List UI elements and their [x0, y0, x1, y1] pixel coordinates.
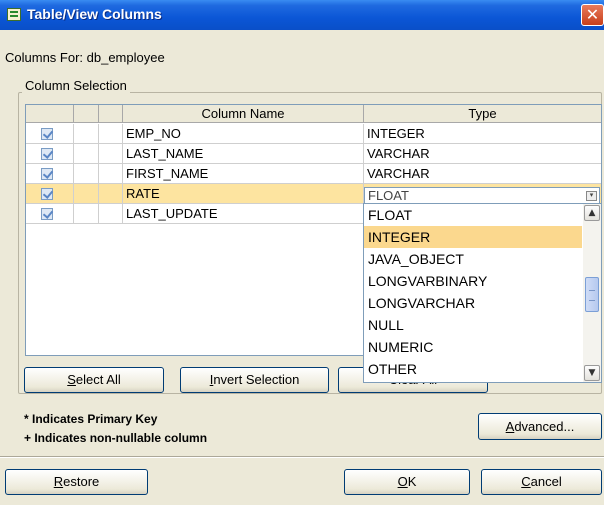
column-name-cell[interactable]: FIRST_NAME	[123, 164, 364, 184]
combo-arrow-icon[interactable]: ▾	[586, 191, 597, 201]
dropdown-scrollbar[interactable]: ▲ ▼	[583, 204, 601, 382]
primary-key-cell	[74, 184, 99, 204]
invert-selection-button[interactable]: Invert Selection	[180, 367, 329, 393]
include-checkbox[interactable]	[41, 188, 53, 200]
column-name-cell[interactable]: RATE	[123, 184, 364, 204]
type-combo-value: FLOAT	[368, 188, 409, 203]
nullable-cell	[99, 184, 123, 204]
select-cell[interactable]	[26, 164, 74, 184]
close-button[interactable]: ✕	[581, 4, 604, 26]
select-cell[interactable]	[26, 124, 74, 144]
dropdown-option[interactable]: FLOAT	[364, 204, 582, 226]
table-row[interactable]: EMP_NO INTEGER	[26, 124, 601, 144]
header-type[interactable]: Type	[364, 105, 601, 123]
header-check-col	[26, 105, 74, 123]
scroll-thumb[interactable]	[585, 277, 599, 312]
dropdown-option[interactable]: NUMERIC	[364, 336, 582, 358]
ok-button[interactable]: OK	[344, 469, 470, 495]
scroll-down-icon[interactable]: ▼	[584, 365, 600, 381]
column-name-cell[interactable]: LAST_NAME	[123, 144, 364, 164]
dropdown-option-highlighted[interactable]: INTEGER	[364, 226, 582, 248]
type-dropdown-list[interactable]: FLOAT INTEGER JAVA_OBJECT LONGVARBINARY …	[363, 203, 602, 383]
header-primary-key-col	[74, 105, 99, 123]
table-row[interactable]: FIRST_NAME VARCHAR	[26, 164, 601, 184]
include-checkbox[interactable]	[41, 128, 53, 140]
type-cell[interactable]: VARCHAR	[364, 144, 601, 164]
restore-button[interactable]: Restore	[5, 469, 148, 495]
column-name-cell[interactable]: EMP_NO	[123, 124, 364, 144]
dropdown-option[interactable]: NULL	[364, 314, 582, 336]
header-nullable-col	[99, 105, 123, 123]
nullable-cell	[99, 164, 123, 184]
dropdown-option[interactable]: LONGVARCHAR	[364, 292, 582, 314]
non-nullable-note: + Indicates non-nullable column	[24, 431, 208, 445]
primary-key-cell	[74, 164, 99, 184]
column-selection-label: Column Selection	[22, 78, 130, 93]
header-column-name[interactable]: Column Name	[123, 105, 364, 123]
close-icon: ✕	[585, 5, 600, 24]
primary-key-cell	[74, 124, 99, 144]
table-view-app-icon	[7, 8, 21, 21]
include-checkbox[interactable]	[41, 148, 53, 160]
columns-for-label: Columns For: db_employee	[5, 50, 165, 65]
select-cell[interactable]	[26, 184, 74, 204]
include-checkbox[interactable]	[41, 168, 53, 180]
footer-separator	[0, 456, 604, 458]
window-title: Table/View Columns	[27, 6, 162, 22]
select-cell[interactable]	[26, 204, 74, 224]
nullable-cell	[99, 204, 123, 224]
cancel-button[interactable]: Cancel	[481, 469, 602, 495]
nullable-cell	[99, 124, 123, 144]
advanced-button[interactable]: Advanced...	[478, 413, 602, 440]
table-row[interactable]: LAST_NAME VARCHAR	[26, 144, 601, 164]
type-cell[interactable]: VARCHAR	[364, 164, 601, 184]
table-header: Column Name Type	[26, 105, 601, 123]
nullable-cell	[99, 144, 123, 164]
dropdown-option[interactable]: JAVA_OBJECT	[364, 248, 582, 270]
select-cell[interactable]	[26, 144, 74, 164]
primary-key-note: * Indicates Primary Key	[24, 412, 158, 426]
column-name-cell[interactable]: LAST_UPDATE	[123, 204, 364, 224]
primary-key-cell	[74, 204, 99, 224]
primary-key-cell	[74, 144, 99, 164]
type-cell[interactable]: INTEGER	[364, 124, 601, 144]
dropdown-option[interactable]: LONGVARBINARY	[364, 270, 582, 292]
title-bar: Table/View Columns ✕	[0, 0, 604, 30]
dropdown-option[interactable]: OTHER	[364, 358, 582, 380]
include-checkbox[interactable]	[41, 208, 53, 220]
scroll-up-icon[interactable]: ▲	[584, 205, 600, 221]
select-all-button[interactable]: Select All	[24, 367, 164, 393]
